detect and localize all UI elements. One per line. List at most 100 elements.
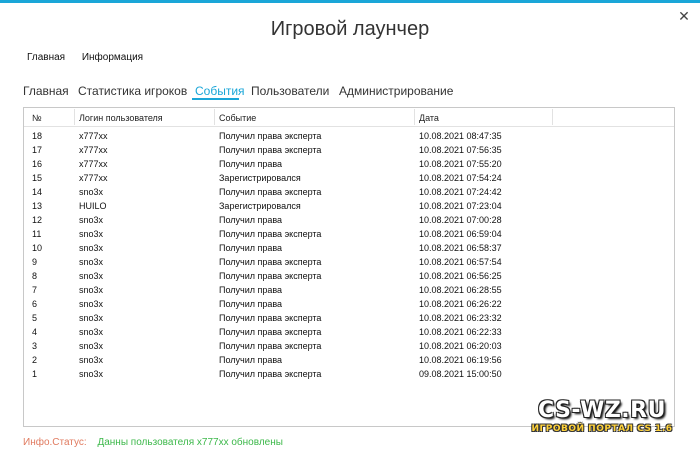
cell-event: Получил права эксперта [219,145,322,155]
status-label: Инфо.Статус: [23,437,87,448]
cell-event: Получил права эксперта [219,257,322,267]
cell-event: Получил права [219,243,283,253]
cell-event: Получил права эксперта [219,229,322,239]
column-separator [414,109,415,125]
tab-events[interactable]: События [195,84,245,98]
cell-event: Получил права эксперта [219,327,322,337]
cell-number: 4 [32,327,38,337]
cell-login: x777xx [79,173,108,183]
table-row[interactable]: 3 sno3x Получил права эксперта 10.08.2021 0… [24,340,674,354]
watermark-title: CS-WZ.RU [538,398,666,423]
cell-date: 09.08.2021 15:00:50 [419,369,502,379]
cell-login: sno3x [79,369,104,379]
table-row[interactable]: 7 sno3x Получил права 10.08.2021 06:28:55 [24,284,674,298]
cell-login: sno3x [79,341,104,351]
cell-event: Получил права [219,215,283,225]
cell-date: 10.08.2021 07:24:42 [419,187,502,197]
table-row[interactable]: 14 sno3x Получил права эксперта 10.08.2021 … [24,186,674,200]
table-header: № Логин пользователя Событие Дата [24,108,674,127]
status-message: Данны пользователя x777xx обновлены [97,437,283,448]
cell-date: 10.08.2021 07:54:24 [419,173,502,183]
cell-date: 10.08.2021 06:56:25 [419,271,502,281]
cell-login: sno3x [79,229,104,239]
menu-item-info[interactable]: Информация [82,52,143,63]
cell-event: Зарегистрировался [219,201,301,211]
cell-event: Получил права эксперта [219,341,322,351]
cell-login: sno3x [79,215,104,225]
cell-number: 3 [32,341,38,351]
column-header-date[interactable]: Дата [419,113,439,123]
table-row[interactable]: 13 HUILO Зарегистрировался 10.08.2021 07:23… [24,200,674,214]
cell-date: 10.08.2021 06:26:22 [419,299,502,309]
cell-number: 13 [32,201,43,211]
cell-login: sno3x [79,257,104,267]
cell-login: sno3x [79,313,104,323]
cell-event: Зарегистрировался [219,173,301,183]
cell-number: 10 [32,243,43,253]
events-table[interactable]: № Логин пользователя Событие Дата 18 x777… [23,107,675,427]
table-row[interactable]: 2 sno3x Получил права 10.08.2021 06:19:56 [24,354,674,368]
cell-login: sno3x [79,271,104,281]
table-row[interactable]: 8 sno3x Получил права эксперта 10.08.2021 0… [24,270,674,284]
column-separator [214,109,215,125]
cell-event: Получил права эксперта [219,131,322,141]
table-row[interactable]: 12 sno3x Получил права 10.08.2021 07:00:28 [24,214,674,228]
column-separator [552,109,553,125]
cell-event: Получил права [219,299,283,309]
table-row[interactable]: 5 sno3x Получил права эксперта 10.08.2021 0… [24,312,674,326]
cell-event: Получил права эксперта [219,369,322,379]
cell-login: sno3x [79,299,104,309]
table-row[interactable]: 9 sno3x Получил права эксперта 10.08.2021 0… [24,256,674,270]
cell-login: x777xx [79,145,108,155]
close-icon[interactable]: ✕ [677,9,691,23]
cell-number: 7 [32,285,38,295]
cell-event: Получил права эксперта [219,271,322,281]
cell-date: 10.08.2021 06:22:33 [419,327,502,337]
cell-date: 10.08.2021 07:23:04 [419,201,502,211]
cell-login: sno3x [79,355,104,365]
cell-number: 9 [32,257,38,267]
cell-login: x777xx [79,131,108,141]
watermark-subtitle: ИГРОВОЙ ПОРТАЛ CS 1.6 [531,424,673,434]
tab-administration[interactable]: Администрирование [339,84,453,98]
cell-date: 10.08.2021 07:56:35 [419,145,502,155]
cell-login: HUILO [79,201,107,211]
cell-login: sno3x [79,285,104,295]
menu-item-main[interactable]: Главная [27,52,65,63]
table-row[interactable]: 18 x777xx Получил права эксперта 10.08.2021… [24,130,674,144]
cell-number: 6 [32,299,38,309]
column-header-number[interactable]: № [32,113,42,123]
table-row[interactable]: 6 sno3x Получил права 10.08.2021 06:26:22 [24,298,674,312]
cell-login: sno3x [79,327,104,337]
cell-date: 10.08.2021 06:20:03 [419,341,502,351]
cell-number: 17 [32,145,43,155]
cell-date: 10.08.2021 06:28:55 [419,285,502,295]
column-header-login[interactable]: Логин пользователя [79,113,163,123]
table-row[interactable]: 15 x777xx Зарегистрировался 10.08.2021 07:5… [24,172,674,186]
active-tab-indicator [192,98,239,100]
cell-number: 1 [32,369,38,379]
cell-date: 10.08.2021 07:55:20 [419,159,502,169]
table-row[interactable]: 17 x777xx Получил права эксперта 10.08.2021… [24,144,674,158]
table-row[interactable]: 11 sno3x Получил права эксперта 10.08.2021 … [24,228,674,242]
table-row[interactable]: 16 x777xx Получил права 10.08.2021 07:55:20 [24,158,674,172]
cell-date: 10.08.2021 06:57:54 [419,257,502,267]
cell-login: sno3x [79,187,104,197]
cell-event: Получил права эксперта [219,187,322,197]
tab-users[interactable]: Пользователи [251,84,329,98]
cell-number: 14 [32,187,43,197]
column-header-event[interactable]: Событие [219,113,256,123]
cell-date: 10.08.2021 06:23:32 [419,313,502,323]
table-row[interactable]: 10 sno3x Получил права 10.08.2021 06:58:37 [24,242,674,256]
cell-number: 11 [32,229,42,239]
tab-player-stats[interactable]: Статистика игроков [78,84,187,98]
table-row[interactable]: 4 sno3x Получил права эксперта 10.08.2021 0… [24,326,674,340]
site-watermark-logo: CS-WZ.RU ИГРОВОЙ ПОРТАЛ CS 1.6 [514,398,690,444]
table-row[interactable]: 1 sno3x Получил права эксперта 09.08.2021 1… [24,368,674,382]
cell-number: 15 [32,173,43,183]
window-accent-bar [0,0,700,3]
cell-number: 5 [32,313,38,323]
menu-bar: Главная Информация [27,52,157,63]
tab-main[interactable]: Главная [23,84,69,98]
window-title: Игровой лаунчер [270,18,430,40]
